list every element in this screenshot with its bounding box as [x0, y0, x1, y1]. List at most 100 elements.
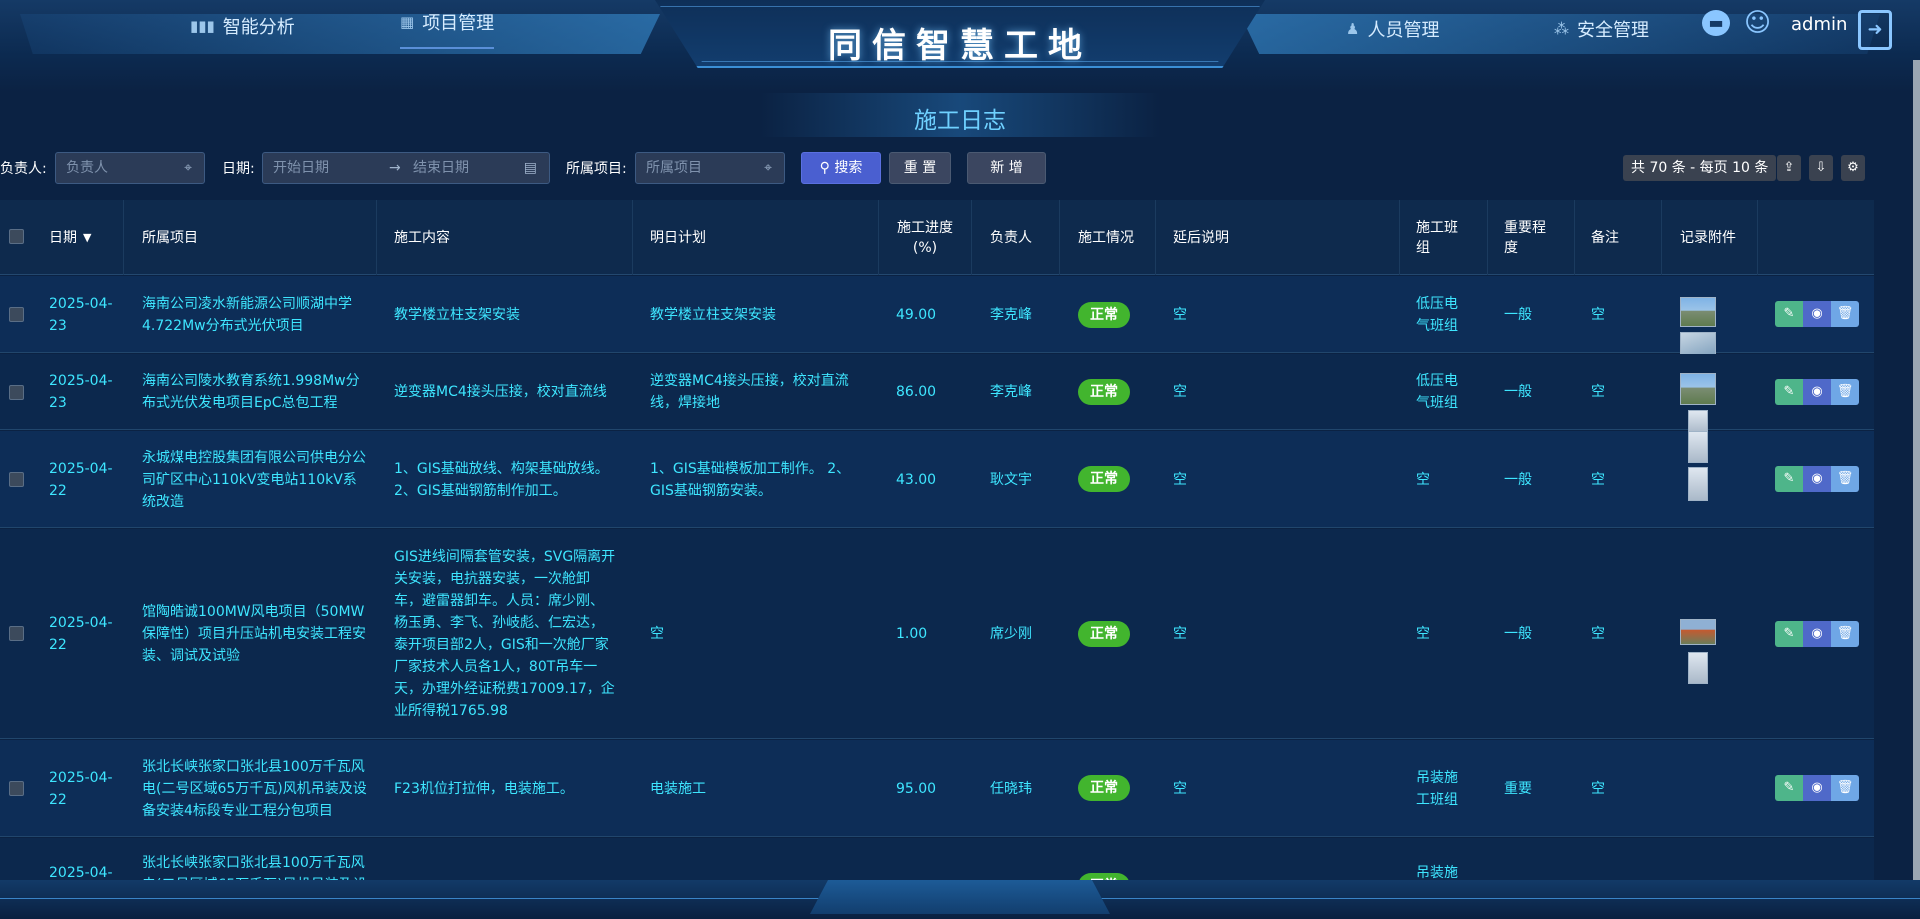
cell-importance: 一般 [1504, 471, 1532, 488]
nav-smart-analysis[interactable]: ▮▮▮ 智能分析 [190, 14, 295, 38]
table-row[interactable]: 2025-04- 22 张北长峡张家口张北县100万千瓦风电(二号区域65万千瓦)… [0, 740, 1874, 837]
row-checkbox[interactable] [9, 307, 24, 322]
grid-icon: ▦ [400, 13, 415, 31]
col-plan: 明日计划 [633, 200, 879, 275]
nav-safety[interactable]: ⁂ 安全管理 [1554, 17, 1649, 41]
row-checkbox[interactable] [9, 472, 24, 487]
chat-icon[interactable]: ▬ [1702, 10, 1730, 36]
start-date-placeholder[interactable]: 开始日期 [273, 160, 329, 176]
export-icon[interactable]: ⇪ [1777, 155, 1801, 181]
row-checkbox[interactable] [9, 626, 24, 641]
attachment-thumbnail[interactable] [1688, 652, 1708, 684]
cell-plan: 空 [650, 626, 664, 642]
table-row[interactable]: 2025-04- 张北长峡张家口张北县100万千瓦风电(二号区域65万千瓦)风机… [0, 838, 1874, 880]
cell-remark: 空 [1591, 626, 1605, 642]
view-icon[interactable]: ◉ [1803, 621, 1831, 647]
nav-personnel[interactable]: ♟ 人员管理 [1346, 17, 1439, 41]
top-header: 同信智慧工地 ▮▮▮ 智能分析 ▦ 项目管理 ♟ 人员管理 ⁂ 安全管理 ▬ ☺… [0, 0, 1920, 92]
nav-label: 安全管理 [1577, 20, 1649, 41]
end-date-placeholder[interactable]: 结束日期 [413, 153, 469, 183]
settings-icon[interactable]: ⚙ [1841, 155, 1865, 181]
date-range-picker[interactable]: 开始日期 → 结束日期 ▤ [262, 152, 550, 184]
project-label: 所属项目: [566, 161, 627, 177]
delete-icon[interactable]: 🗑 [1831, 775, 1859, 801]
edit-icon[interactable]: ✎ [1775, 621, 1803, 647]
page-scrollbar[interactable] [1913, 60, 1920, 880]
cell-remark: 空 [1591, 384, 1605, 400]
delete-icon[interactable]: 🗑 [1831, 466, 1859, 492]
col-importance: 重要程 度 [1488, 200, 1575, 275]
row-checkbox[interactable] [9, 385, 24, 400]
sort-caret-icon[interactable]: ▼ [83, 228, 91, 248]
cell-delay: 空 [1173, 306, 1187, 323]
delete-icon[interactable]: 🗑 [1831, 621, 1859, 647]
view-icon[interactable]: ◉ [1803, 301, 1831, 327]
select-all-checkbox[interactable] [9, 229, 24, 244]
construction-log-table: 日期 ▼ 所属项目 施工内容 明日计划 施工进度 (%) 负责人 施工情况 延后… [0, 200, 1874, 880]
cell-content: 教学楼立柱支架安装 [394, 306, 520, 323]
import-icon[interactable]: ⇩ [1809, 155, 1833, 181]
logout-icon[interactable]: ➜ [1858, 10, 1892, 50]
row-actions: ✎ ◉ 🗑 [1775, 301, 1859, 327]
col-importance-label-2: 度 [1504, 239, 1518, 256]
edit-icon[interactable]: ✎ [1775, 775, 1803, 801]
attachment-thumbnail[interactable] [1680, 297, 1716, 327]
cell-project: 张北长峡张家口张北县100万千瓦风电(二号区域65万千瓦)风机吊装及设备安装4标… [142, 855, 367, 880]
cell-plan: 逆变器MC4接头压接，校对直流线，焊接地 [650, 373, 849, 411]
cell-remark: 空 [1591, 780, 1605, 797]
col-attachments: 记录附件 [1662, 200, 1758, 275]
owner-input[interactable]: 负责人 ⌖ [55, 152, 205, 184]
row-actions: ✎ ◉ 🗑 [1775, 775, 1859, 801]
edit-icon[interactable]: ✎ [1775, 301, 1803, 327]
locate-icon[interactable]: ⌖ [764, 153, 772, 183]
range-separator: → [389, 160, 401, 176]
cell-date-1: 2025-04- [49, 460, 113, 477]
nav-label: 人员管理 [1367, 20, 1440, 41]
attachment-thumbnail[interactable] [1688, 467, 1708, 501]
col-remark: 备注 [1575, 200, 1662, 275]
attachment-thumbnail[interactable] [1688, 431, 1708, 463]
add-button[interactable]: 新 增 [967, 152, 1046, 184]
cell-owner: 李克峰 [990, 306, 1032, 323]
status-badge: 正常 [1078, 621, 1130, 647]
edit-icon[interactable]: ✎ [1775, 466, 1803, 492]
col-owner: 负责人 [972, 200, 1060, 275]
user-avatar-icon[interactable]: ☺ [1744, 8, 1771, 38]
col-date-label: 日期 [49, 229, 77, 246]
project-placeholder: 所属项目 [646, 160, 702, 176]
col-date[interactable]: 日期 ▼ [36, 200, 124, 275]
col-team-label-2: 组 [1416, 239, 1430, 256]
col-progress: 施工进度 (%) [879, 200, 972, 275]
owner-label: 负责人: [0, 161, 47, 177]
nav-project-management[interactable]: ▦ 项目管理 [400, 11, 495, 49]
table-row[interactable]: 2025-04- 23 海南公司凌水新能源公司顺湖中学4.722Mw分布式光伏项目… [0, 276, 1874, 358]
row-actions: ✎ ◉ 🗑 [1775, 621, 1859, 647]
view-icon[interactable]: ◉ [1803, 379, 1831, 405]
cell-owner: 席少刚 [990, 626, 1032, 642]
edit-icon[interactable]: ✎ [1775, 379, 1803, 405]
cell-owner: 任晓玮 [990, 780, 1032, 797]
delete-icon[interactable]: 🗑 [1831, 379, 1859, 405]
table-row[interactable]: 2025-04- 22 馆陶皓诚100MW风电项目（50MW保障性）项目升压站机电… [0, 529, 1874, 739]
username[interactable]: admin [1791, 14, 1847, 35]
owner-placeholder: 负责人 [66, 160, 108, 176]
cell-progress: 43.00 [896, 471, 937, 488]
project-select[interactable]: 所属项目 ⌖ [635, 152, 785, 184]
search-button[interactable]: ⚲ 搜索 [801, 152, 881, 184]
view-icon[interactable]: ◉ [1803, 466, 1831, 492]
cell-plan: 教学楼立柱支架安装 [650, 306, 776, 323]
calendar-icon[interactable]: ▤ [524, 153, 537, 183]
cell-progress: 86.00 [896, 384, 937, 400]
reset-button[interactable]: 重 置 [889, 152, 951, 184]
table-row[interactable]: 2025-04- 22 永城煤电控股集团有限公司供电分公司矿区中心110kV变电站… [0, 431, 1874, 528]
cell-date-2: 22 [49, 791, 67, 808]
table-row[interactable]: 2025-04- 23 海南公司陵水教育系统1.998Mw分布式光伏发电项目EpC… [0, 354, 1874, 434]
cell-team-2: 工班组 [1416, 791, 1458, 808]
delete-icon[interactable]: 🗑 [1831, 301, 1859, 327]
search-icon: ⚲ [819, 160, 830, 176]
row-checkbox[interactable] [9, 781, 24, 796]
attachment-thumbnail[interactable] [1680, 373, 1716, 405]
view-icon[interactable]: ◉ [1803, 775, 1831, 801]
locate-icon[interactable]: ⌖ [184, 153, 192, 183]
attachment-thumbnail[interactable] [1680, 619, 1716, 645]
